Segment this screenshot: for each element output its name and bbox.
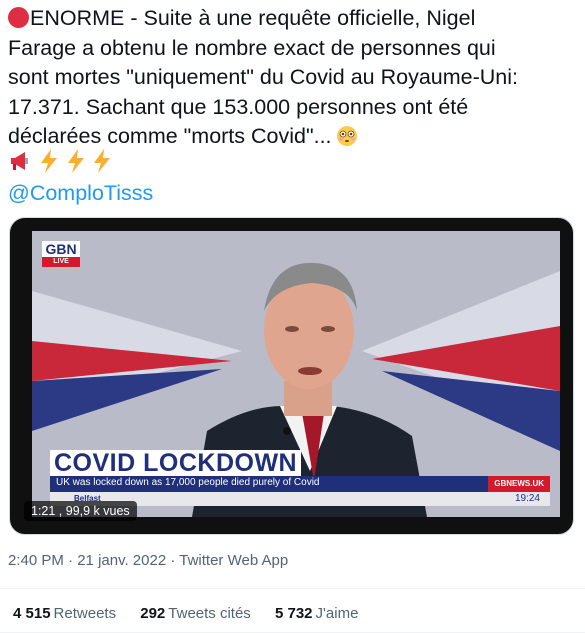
red-circle-icon xyxy=(8,7,29,28)
megaphone-icon xyxy=(11,152,28,170)
flushed-face-icon xyxy=(336,126,357,146)
video-frame: GBN LIVE COVID LOCKDOWN UK was locked do… xyxy=(32,231,560,517)
divider xyxy=(0,588,585,589)
video-player[interactable]: GBN LIVE COVID LOCKDOWN UK was locked do… xyxy=(9,217,574,535)
meta-separator: · xyxy=(63,552,78,569)
lightning-icon xyxy=(67,149,84,173)
tweet-source-app[interactable]: Twitter Web App xyxy=(179,552,288,569)
lightning-icon xyxy=(94,149,111,173)
quote-tweets-stat[interactable]: 292 Tweets cités xyxy=(140,605,251,622)
engagement-stats: 4 515 Retweets 292 Tweets cités 5 732 J'aim… xyxy=(13,605,378,622)
retweets-stat[interactable]: 4 515 Retweets xyxy=(13,605,116,622)
tweet-line-2: Farage a obtenu le nombre exact de perso… xyxy=(8,35,496,60)
likes-stat[interactable]: 5 732 J'aime xyxy=(275,605,358,622)
video-views-badge: 1:21 , 99,9 k vues xyxy=(24,501,137,521)
tweet-text: ENORME - Suite à une requête officielle,… xyxy=(8,4,578,152)
tweet-line-3: sont mortes "uniquement" du Covid au Roy… xyxy=(8,65,519,89)
subheadline-bar: UK was locked down as 17,000 people died… xyxy=(50,476,550,492)
tweet-time[interactable]: 2:40 PM xyxy=(8,552,64,569)
tweet-line-4: 17.371. Sachant que 153.000 personnes on… xyxy=(8,94,469,119)
tweet-line-1: ENORME - Suite à une requête officielle,… xyxy=(8,4,578,34)
mention-link[interactable]: @ComploTisss xyxy=(8,179,153,207)
headline: COVID LOCKDOWN xyxy=(50,450,302,476)
channel-logo: GBN LIVE xyxy=(42,241,80,267)
tweet-meta: 2:40 PM · 21 janv. 2022 · Twitter Web Ap… xyxy=(8,552,288,569)
lightning-icon xyxy=(41,149,58,173)
tweet-date[interactable]: 21 janv. 2022 xyxy=(77,552,166,569)
meta-separator: · xyxy=(166,552,180,569)
emoji-row xyxy=(8,148,113,178)
lower-third: COVID LOCKDOWN UK was locked down as 17,… xyxy=(50,450,550,506)
